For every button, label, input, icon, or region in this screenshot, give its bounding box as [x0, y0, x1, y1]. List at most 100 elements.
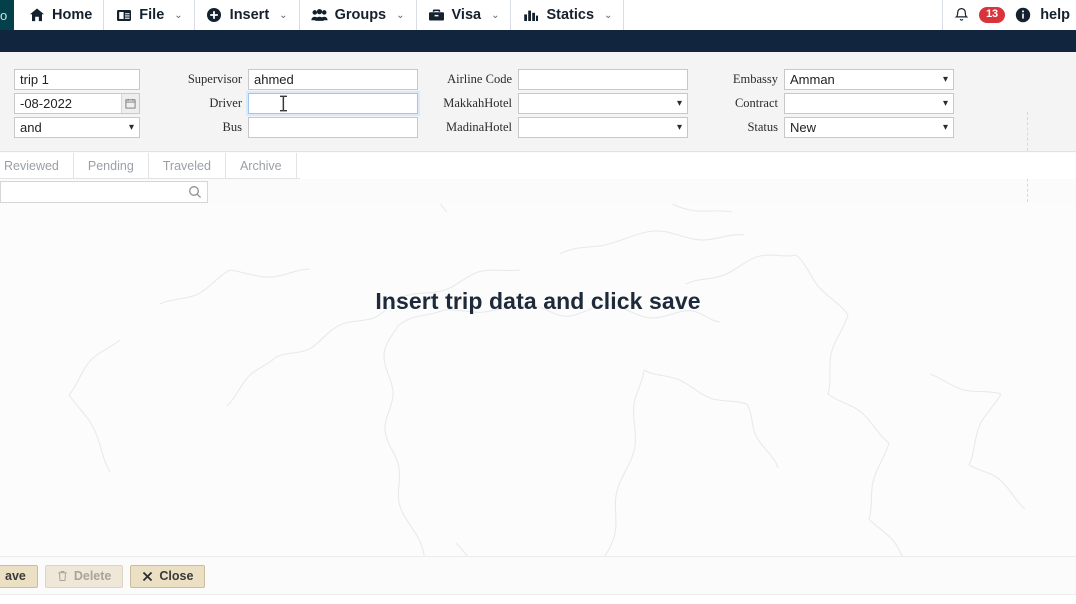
- briefcase-icon: [428, 7, 445, 24]
- tab-label-traveled: Traveled: [162, 159, 211, 173]
- label-status: Status: [747, 120, 778, 134]
- chevron-down-icon-file[interactable]: ⌄: [174, 10, 182, 21]
- label-makkah-hotel: MakkahHotel: [443, 96, 512, 110]
- field-row-embassy: Embassy ▾: [716, 69, 954, 90]
- label-supervisor: Supervisor: [187, 72, 242, 86]
- tab-label-archive: Archive: [239, 159, 282, 173]
- nav-item-file[interactable]: File ⌄: [104, 0, 195, 30]
- nav-label-home: Home: [52, 7, 93, 23]
- airline-code-input[interactable]: [518, 69, 688, 90]
- tabs-underline: [0, 178, 300, 179]
- navbar-clipped-left: o: [0, 0, 14, 30]
- field-row-trip-name: [0, 69, 140, 90]
- trip-form-panel: ▾ Supervisor Driver Bus Airline Code: [0, 52, 1076, 202]
- chevron-down-icon-insert[interactable]: ⌄: [279, 10, 287, 21]
- chevron-down-icon-statics[interactable]: ⌄: [604, 10, 612, 21]
- delete-button-label: Delete: [73, 569, 112, 583]
- madina-hotel-select[interactable]: [518, 117, 688, 138]
- help-link[interactable]: help: [1040, 7, 1070, 23]
- x-icon: [142, 571, 153, 582]
- calendar-icon[interactable]: [121, 94, 139, 113]
- label-bus: Bus: [222, 120, 242, 134]
- notification-badge[interactable]: 13: [978, 6, 1006, 24]
- bus-input[interactable]: [248, 117, 418, 138]
- save-button-label: ave: [5, 569, 26, 583]
- embassy-select[interactable]: [784, 69, 954, 90]
- text-cursor-icon: [279, 95, 288, 117]
- driver-wrapper: [248, 93, 418, 114]
- search-box: [0, 181, 208, 203]
- tab-traveled[interactable]: Traveled: [148, 153, 226, 179]
- home-icon: [28, 7, 45, 24]
- status-wrapper: ▾: [784, 117, 954, 138]
- bell-icon[interactable]: [953, 7, 970, 24]
- save-button[interactable]: ave: [0, 564, 38, 588]
- label-driver: Driver: [209, 96, 242, 110]
- tab-pending[interactable]: Pending: [73, 153, 149, 179]
- chevron-down-icon-visa[interactable]: ⌄: [491, 10, 499, 21]
- nav-item-groups[interactable]: Groups ⌄: [300, 0, 417, 30]
- status-tabs: Reviewed Pending Traveled Archive: [0, 153, 1076, 179]
- contract-wrapper: ▾: [784, 93, 954, 114]
- nav-label-insert: Insert: [229, 7, 270, 23]
- action-bar: ave Delete Close: [0, 556, 1076, 594]
- search-row: [0, 181, 300, 203]
- close-button-label: Close: [159, 569, 194, 583]
- field-row-contract: Contract ▾: [716, 93, 954, 114]
- trip-name-input[interactable]: [14, 69, 140, 90]
- trip-land-wrapper: ▾: [14, 117, 140, 138]
- top-navbar: o Home File ⌄ Insert ⌄ Groups ⌄ Visa ⌄ S…: [0, 0, 1076, 30]
- search-input[interactable]: [1, 182, 207, 202]
- field-row-makkah-hotel: MakkahHotel ▾: [430, 93, 688, 114]
- contract-select[interactable]: [784, 93, 954, 114]
- tab-reviewed[interactable]: Reviewed: [0, 153, 74, 179]
- navbar-items: o Home File ⌄ Insert ⌄ Groups ⌄ Visa ⌄ S…: [0, 0, 1076, 30]
- madina-hotel-wrapper: ▾: [518, 117, 688, 138]
- field-row-trip-date: [0, 93, 140, 114]
- center-message: Insert trip data and click save: [375, 288, 701, 314]
- plus-circle-icon: [206, 7, 223, 24]
- supervisor-input[interactable]: [248, 69, 418, 90]
- nav-label-groups: Groups: [334, 7, 387, 23]
- tab-label-reviewed: Reviewed: [4, 159, 59, 173]
- field-row-trip-land: ▾: [0, 117, 140, 138]
- field-row-airline-code: Airline Code: [430, 69, 688, 90]
- info-circle-icon[interactable]: [1014, 7, 1031, 24]
- status-tabs-bar: Reviewed Pending Traveled Archive: [0, 153, 1076, 179]
- action-buttons: ave Delete Close: [0, 557, 1076, 595]
- nav-item-insert[interactable]: Insert ⌄: [195, 0, 300, 30]
- field-row-bus: Bus: [170, 117, 418, 138]
- folder-icon: [115, 7, 132, 24]
- nav-item-home[interactable]: Home: [14, 0, 105, 30]
- nav-label-statics: Statics: [546, 7, 595, 23]
- navbar-right-group: 13 help: [941, 0, 1076, 30]
- tab-archive[interactable]: Archive: [225, 153, 297, 179]
- app-window: o Home File ⌄ Insert ⌄ Groups ⌄ Visa ⌄ S…: [0, 0, 1076, 604]
- main-canvas: Insert trip data and click save: [0, 204, 1076, 556]
- field-row-supervisor: Supervisor: [170, 69, 418, 90]
- makkah-hotel-select[interactable]: [518, 93, 688, 114]
- label-embassy: Embassy: [732, 72, 778, 86]
- delete-button[interactable]: Delete: [44, 564, 124, 588]
- chevron-down-icon-groups[interactable]: ⌄: [396, 10, 404, 21]
- field-row-madina-hotel: MadinaHotel ▾: [430, 117, 688, 138]
- field-row-driver: Driver: [170, 93, 418, 114]
- driver-input[interactable]: [248, 93, 418, 114]
- trash-icon: [57, 570, 68, 582]
- status-select[interactable]: [784, 117, 954, 138]
- people-icon: [310, 7, 328, 24]
- trip-land-select[interactable]: [14, 117, 140, 138]
- label-airline-code: Airline Code: [447, 72, 512, 86]
- makkah-hotel-wrapper: ▾: [518, 93, 688, 114]
- search-icon[interactable]: [188, 185, 202, 204]
- nav-item-visa[interactable]: Visa ⌄: [417, 0, 512, 30]
- field-row-status: Status ▾: [716, 117, 954, 138]
- nav-item-statics[interactable]: Statics ⌄: [511, 0, 625, 30]
- nav-label-visa: Visa: [451, 7, 482, 23]
- embassy-wrapper: ▾: [784, 69, 954, 90]
- bar-chart-icon: [522, 7, 539, 24]
- label-contract: Contract: [734, 96, 778, 110]
- tab-label-pending: Pending: [87, 159, 134, 173]
- trip-date-wrapper: [14, 93, 140, 114]
- close-button[interactable]: Close: [130, 564, 206, 588]
